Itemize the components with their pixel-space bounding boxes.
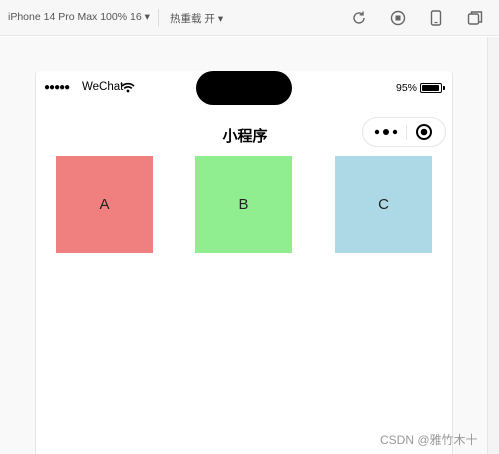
device-selector[interactable]: iPhone 14 Pro Max 100% 16 ▾	[8, 11, 150, 23]
window-icon[interactable]	[466, 9, 484, 27]
toolbar-divider	[158, 9, 159, 27]
carrier-label: WeChat	[82, 81, 124, 93]
box-c-label: C	[378, 196, 389, 213]
dynamic-island	[196, 71, 292, 105]
battery-tip	[443, 86, 445, 90]
battery-icon	[420, 83, 442, 93]
capsule-divider	[406, 125, 407, 140]
menu-capsule	[362, 117, 446, 147]
battery-percent: 95%	[396, 82, 418, 94]
box-b: B	[195, 156, 292, 253]
box-a-label: A	[99, 196, 110, 213]
hot-reload-toggle[interactable]: 热重载 开 ▾	[170, 11, 223, 26]
box-c: C	[335, 156, 432, 253]
stop-icon[interactable]	[389, 9, 407, 27]
signal-strength: ●●●●●	[44, 82, 70, 93]
csdn-watermark: CSDN @雅竹木十	[380, 433, 478, 447]
scrollbar[interactable]	[487, 37, 499, 454]
close-circle-icon[interactable]	[415, 123, 433, 141]
simulator-toolbar: iPhone 14 Pro Max 100% 16 ▾ 热重载 开 ▾	[0, 0, 499, 36]
phone-screen: ●●●●● WeChat 95% 小程序 A B C	[35, 71, 453, 454]
box-a: A	[56, 156, 153, 253]
more-dots-icon[interactable]	[374, 126, 398, 138]
wifi-icon	[121, 82, 135, 93]
box-b-label: B	[238, 196, 249, 213]
refresh-icon[interactable]	[350, 9, 368, 27]
phone-preview-icon[interactable]	[427, 9, 445, 27]
